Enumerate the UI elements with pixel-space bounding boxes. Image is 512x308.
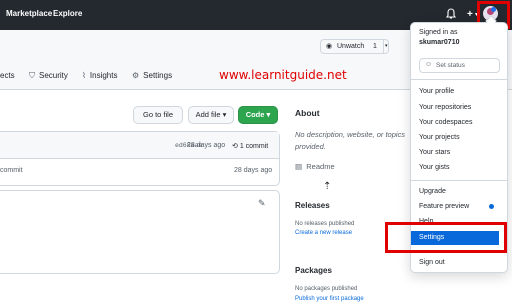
readme-box	[0, 190, 280, 274]
create-release-link[interactable]: Create a new release	[295, 230, 352, 236]
username[interactable]: skumar0710	[419, 39, 459, 46]
packages-empty: No packages published	[295, 286, 358, 292]
tab-settings-label: Settings	[143, 71, 173, 80]
plus-icon[interactable]: +	[467, 9, 473, 20]
tab-insights[interactable]: ⌇ Insights	[82, 71, 117, 80]
tab-security[interactable]: ⛉ Security	[29, 71, 68, 81]
eye-icon: ◉	[326, 43, 333, 50]
file-row-commit-message[interactable]: commit	[0, 167, 23, 174]
tab-projects[interactable]: ects	[0, 71, 15, 80]
watch-count: 1	[373, 43, 377, 50]
nav-explore[interactable]: Explore	[53, 9, 82, 18]
menu-item-your-gists[interactable]: Your gists	[419, 164, 449, 171]
menu-item-your-repositories[interactable]: Your repositories	[419, 104, 471, 111]
commits-link[interactable]: ⟲ 1 commit	[232, 142, 268, 150]
menu-item-your-projects[interactable]: Your projects	[419, 134, 460, 141]
releases-heading[interactable]: Releases	[295, 201, 330, 210]
go-to-file-button[interactable]: Go to file	[133, 106, 183, 124]
book-icon: ▤	[295, 162, 303, 171]
packages-heading[interactable]: Packages	[295, 266, 332, 275]
file-row-age: 28 days ago	[234, 167, 273, 174]
divider	[411, 180, 507, 181]
smiley-icon: ☺	[425, 61, 433, 68]
code-button[interactable]: Code ▾	[238, 106, 278, 124]
chevron-down-icon[interactable]: ▾	[385, 43, 388, 49]
set-status-label: Set status	[436, 62, 465, 69]
releases-empty: No releases published	[295, 221, 355, 227]
divider	[383, 40, 384, 53]
set-status-button[interactable]: ☺ Set status	[419, 58, 500, 73]
tab-projects-label: ects	[0, 71, 15, 80]
menu-item-upgrade[interactable]: Upgrade	[419, 188, 446, 195]
divider	[411, 79, 507, 80]
unwatch-button[interactable]: ◉ Unwatch 1 ▾	[320, 39, 389, 54]
menu-item-your-stars[interactable]: Your stars	[419, 149, 450, 156]
watermark-text: www.learnitguide.net	[219, 68, 347, 82]
bell-icon[interactable]	[446, 8, 456, 20]
cursor-icon: ⇡	[323, 181, 332, 192]
commits-count: 1 commit	[239, 143, 269, 150]
nav-marketplace[interactable]: Marketplace	[6, 9, 52, 18]
feature-preview-dot	[489, 204, 494, 209]
settings-highlight-box	[385, 222, 507, 253]
menu-item-your-codespaces[interactable]: Your codespaces	[419, 119, 472, 126]
readme-label: Readme	[306, 162, 335, 171]
history-icon: ⟲	[232, 143, 238, 150]
unwatch-label: Unwatch	[337, 43, 365, 50]
file-list	[0, 131, 280, 186]
tab-security-label: Security	[39, 71, 68, 80]
publish-package-link[interactable]: Publish your first package	[295, 296, 364, 302]
gear-icon: ⚙	[132, 71, 140, 80]
readme-link[interactable]: ▤ Readme	[295, 162, 335, 171]
menu-item-feature-preview[interactable]: Feature preview	[419, 203, 469, 210]
menu-item-sign-out[interactable]: Sign out	[419, 259, 445, 266]
pencil-icon[interactable]: ✎	[258, 198, 266, 209]
about-description: No description, website, or topics provi…	[295, 130, 406, 151]
tab-insights-label: Insights	[89, 71, 118, 80]
about-heading: About	[295, 108, 320, 118]
shield-icon: ⛉	[29, 71, 35, 80]
tab-settings[interactable]: ⚙ Settings	[132, 71, 172, 80]
graph-icon: ⌇	[82, 71, 86, 80]
menu-item-your-profile[interactable]: Your profile	[419, 88, 454, 95]
signed-in-label: Signed in as	[419, 29, 458, 36]
commit-age: 28 days ago	[187, 142, 226, 149]
add-file-button[interactable]: Add file ▾	[188, 106, 234, 124]
